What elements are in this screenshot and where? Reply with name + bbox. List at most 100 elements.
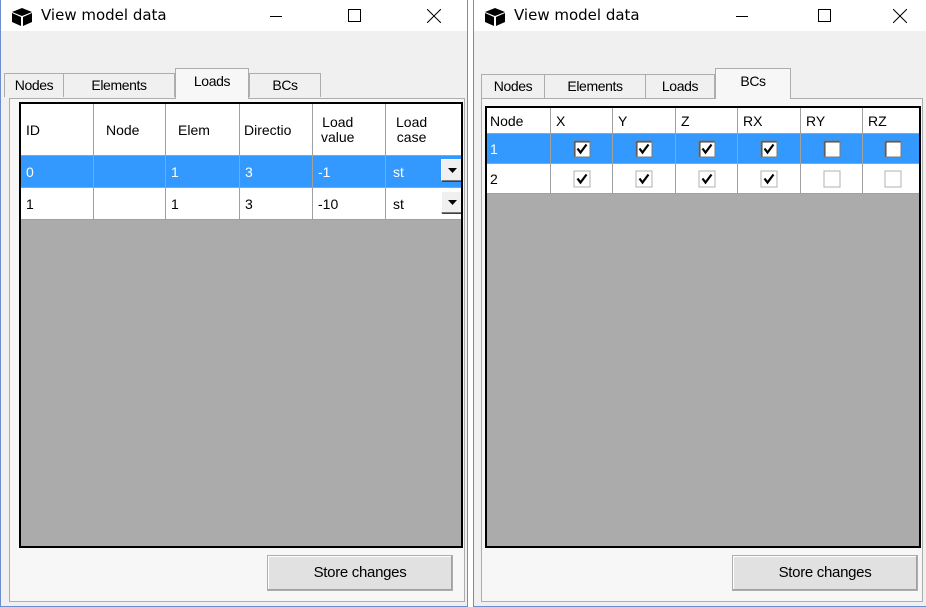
checkbox-ry[interactable]	[823, 140, 840, 157]
table-row[interactable]: 0 1 3 -1 st	[21, 156, 461, 188]
window-title: View model data	[514, 6, 640, 24]
maximize-icon	[347, 9, 361, 22]
cell-rx[interactable]	[738, 164, 801, 194]
checkbox-x[interactable]	[573, 170, 590, 187]
column-header-node[interactable]: Node	[487, 108, 551, 134]
store-changes-button[interactable]: Store changes	[732, 555, 918, 591]
tab-loads[interactable]: Loads	[645, 74, 715, 98]
column-header-ry[interactable]: RY	[801, 108, 863, 134]
cell-y[interactable]	[613, 164, 676, 194]
checkbox-x[interactable]	[573, 140, 590, 157]
cell-z[interactable]	[676, 164, 738, 194]
checkmark-icon	[701, 143, 712, 154]
cube-app-icon	[485, 8, 505, 26]
cell-ry[interactable]	[801, 134, 863, 164]
window-title: View model data	[41, 6, 167, 24]
tab-loads[interactable]: Loads	[175, 68, 249, 99]
maximize-button[interactable]	[331, 0, 377, 31]
load-case-dropdown-button[interactable]	[441, 191, 461, 213]
cell-direction[interactable]: 3	[240, 156, 313, 188]
cell-elem[interactable]: 1	[166, 188, 240, 220]
load-case-dropdown-button[interactable]	[441, 159, 461, 181]
checkbox-rx[interactable]	[760, 170, 778, 187]
cell-load-case[interactable]: st	[386, 188, 461, 220]
cell-load-case[interactable]: st	[386, 156, 461, 188]
column-header-direction[interactable]: Directio	[240, 104, 313, 156]
title-bar[interactable]: View model data	[474, 0, 926, 31]
checkbox-rz[interactable]	[884, 140, 902, 157]
column-header-load-value[interactable]: Load value	[313, 104, 386, 156]
checkbox-ry[interactable]	[823, 170, 840, 187]
checkbox-rx[interactable]	[760, 140, 778, 157]
checkbox-y[interactable]	[635, 170, 653, 187]
minimize-icon	[736, 15, 748, 17]
column-header-rz[interactable]: RZ	[863, 108, 919, 134]
table-row[interactable]: 1 1 3 -10 st	[21, 188, 461, 220]
maximize-icon	[817, 9, 831, 22]
cell-load-value[interactable]: -1	[313, 156, 386, 188]
grid-header: Node X Y Z RX RY RZ	[487, 108, 919, 134]
close-icon	[427, 8, 441, 23]
table-row[interactable]: 1	[487, 134, 919, 164]
checkbox-z[interactable]	[698, 140, 715, 157]
checkmark-icon	[763, 143, 775, 154]
checkmark-icon	[638, 173, 650, 184]
close-button[interactable]	[877, 0, 923, 31]
tab-strip: Nodes Elements Loads BCs	[474, 31, 926, 101]
tab-bcs[interactable]: BCs	[249, 73, 321, 97]
column-header-id[interactable]: ID	[21, 104, 94, 156]
tab-nodes[interactable]: Nodes	[4, 73, 64, 97]
dropdown-arrow-icon	[447, 199, 457, 205]
column-header-elem[interactable]: Elem	[166, 104, 240, 156]
cell-z[interactable]	[676, 134, 738, 164]
store-changes-button[interactable]: Store changes	[267, 555, 453, 591]
maximize-button[interactable]	[801, 0, 847, 31]
bcs-grid: Node X Y Z RX RY RZ 1 2	[485, 106, 921, 548]
loads-grid: ID Node Elem Directio Load value Load ca…	[19, 102, 463, 548]
tab-nodes[interactable]: Nodes	[481, 74, 545, 98]
cell-ry[interactable]	[801, 164, 863, 194]
cell-direction[interactable]: 3	[240, 188, 313, 220]
cell-node[interactable]	[94, 188, 166, 220]
minimize-button[interactable]	[719, 0, 765, 31]
cell-id[interactable]: 1	[21, 188, 94, 220]
cell-id[interactable]: 0	[21, 156, 94, 188]
cell-rz[interactable]	[863, 134, 919, 164]
tab-elements[interactable]: Elements	[544, 74, 646, 98]
checkmark-icon	[638, 143, 650, 154]
close-icon	[893, 8, 907, 23]
column-header-z[interactable]: Z	[676, 108, 738, 134]
table-row[interactable]: 2	[487, 164, 919, 194]
checkbox-y[interactable]	[635, 140, 653, 157]
minimize-button[interactable]	[253, 0, 299, 31]
minimize-icon	[270, 15, 282, 17]
cell-x[interactable]	[551, 134, 613, 164]
checkmark-icon	[701, 173, 712, 184]
column-header-rx[interactable]: RX	[738, 108, 801, 134]
column-header-y[interactable]: Y	[613, 108, 676, 134]
tab-bcs[interactable]: BCs	[715, 68, 791, 99]
cell-node[interactable]: 1	[487, 134, 551, 164]
column-header-load-case[interactable]: Load case	[386, 104, 461, 156]
cell-node[interactable]	[94, 156, 166, 188]
checkmark-icon	[576, 143, 587, 154]
checkbox-z[interactable]	[698, 170, 715, 187]
tab-elements[interactable]: Elements	[63, 73, 175, 97]
grid-header: ID Node Elem Directio Load value Load ca…	[21, 104, 461, 156]
cell-rx[interactable]	[738, 134, 801, 164]
checkmark-icon	[763, 173, 775, 184]
checkbox-rz[interactable]	[884, 170, 902, 187]
column-header-x[interactable]: X	[551, 108, 613, 134]
cell-node[interactable]: 2	[487, 164, 551, 194]
cell-load-value[interactable]: -10	[313, 188, 386, 220]
cell-y[interactable]	[613, 134, 676, 164]
cell-rz[interactable]	[863, 164, 919, 194]
loads-window: View model data Nodes Elements Loads BCs…	[0, 0, 468, 607]
bcs-window: View model data Nodes Elements Loads BCs…	[473, 0, 926, 607]
cell-x[interactable]	[551, 164, 613, 194]
checkmark-icon	[576, 173, 587, 184]
cell-elem[interactable]: 1	[166, 156, 240, 188]
close-button[interactable]	[411, 0, 457, 31]
column-header-node[interactable]: Node	[94, 104, 166, 156]
title-bar[interactable]: View model data	[1, 0, 467, 31]
